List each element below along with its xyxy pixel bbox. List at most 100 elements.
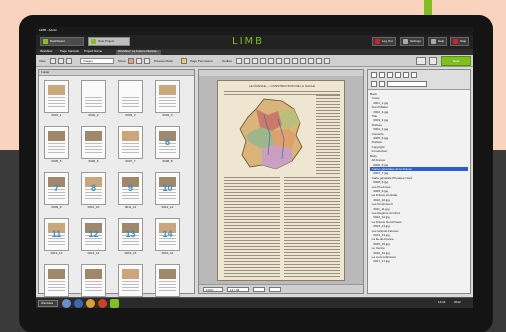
structure-search-input[interactable] [387,81,427,87]
thumbnail-6[interactable]: 0006_6 [81,126,106,163]
clock-time: 12:41 [438,300,446,304]
thumbnail-3[interactable]: 0003_3 [118,80,143,117]
page-text-right-column [316,95,340,175]
thumbnail-label: 0009_9 [51,205,62,209]
show-color-icon[interactable] [128,58,134,64]
preview-toggle-icon[interactable] [181,58,187,64]
start-button[interactable]: Windows [38,300,58,307]
thumbnail-text-lines [85,281,102,293]
show-text-icon[interactable] [144,58,150,64]
thumbnail-page-number: 10 [162,183,173,193]
move-up-icon[interactable] [387,72,393,78]
remove-node-icon[interactable] [379,72,385,78]
tree-item[interactable]: 0017_17.jpg [370,259,468,263]
structure-toolbar-row-1 [371,72,417,78]
zoom-field[interactable]: 100% [203,287,223,292]
thumbnail-16[interactable]: 14 0016_16 [155,218,180,255]
thumbnail-image [48,85,65,95]
thumbnail-image [48,269,65,279]
explorer-icon[interactable] [62,299,71,308]
view-grid-icon[interactable] [50,58,56,64]
limb-taskbar-icon[interactable] [110,299,119,308]
plus-icon [91,39,96,44]
tool-12-icon[interactable] [324,58,330,64]
thumbnail-image [48,131,65,141]
tool-3-icon[interactable] [252,58,258,64]
thumbnail-label: 0011_11 [124,205,137,209]
help-button[interactable]: Help [428,37,448,46]
new-project-button[interactable]: New Project [88,37,130,46]
show-label: Show [118,59,126,63]
thumbnail-5[interactable]: 0005_5 [44,126,69,163]
rotate-button[interactable] [269,287,281,292]
thumbnail-image [85,269,102,279]
log-out-button[interactable]: Log Out [372,37,396,46]
images-dropdown[interactable]: Images [80,58,114,64]
tool-7-icon[interactable] [284,58,290,64]
expand-icon[interactable] [371,81,377,87]
move-down-icon[interactable] [395,72,401,78]
thumbnail-label: 0012_12 [161,205,174,209]
thumbnail-10[interactable]: 8 0010_10 [81,172,106,209]
thumbnail-7[interactable]: 0007_7 [118,126,143,163]
settings-button[interactable]: Settings [400,37,424,46]
tool-2-icon[interactable] [244,58,250,64]
page-text-left-column [224,177,280,277]
tool-5-icon[interactable] [268,58,274,64]
clock-date: 2012 [454,300,461,304]
tool-6-icon[interactable] [276,58,282,64]
thumbnail-15[interactable]: 13 0015_15 [118,218,143,255]
tool-8-icon[interactable] [292,58,298,64]
thumbnail-page-number: 9 [127,183,133,193]
help-label: Help [438,39,445,43]
tool-1-icon[interactable] [236,58,242,64]
fit-button[interactable] [253,287,265,292]
thumbnail-12[interactable]: 10 0012_12 [155,172,180,209]
thumbnail-1[interactable]: 0001_1 [44,80,69,117]
structure-toolbar [368,70,470,90]
outdent-icon[interactable] [411,72,417,78]
tool-9-icon[interactable] [300,58,306,64]
thumbnail-label: 0013_13 [50,251,63,255]
page-image[interactable]: LE FRANCE — CONSTRUCTION DE LA GAULE [217,80,345,281]
thumbnail-8[interactable]: 6 0008_8 [155,126,180,163]
mail-icon[interactable] [416,57,426,65]
stop-button[interactable]: Stop [450,37,470,46]
dashboard-button[interactable]: Dashboard [40,37,84,46]
page-count-field[interactable]: 12 / 48 [227,287,249,292]
folder-label: Folder [41,70,50,74]
thumbnail-2[interactable]: 0002_2 [81,80,106,117]
thumbnail-label: 0008_8 [162,159,173,163]
collapse-icon[interactable] [379,81,385,87]
thumbnail-20[interactable]: 0020_20 [155,264,180,301]
indent-icon[interactable] [403,72,409,78]
thumbnail-18[interactable]: 0018_18 [81,264,106,301]
thumbnail-label: 0007_7 [125,159,136,163]
thumbnail-17[interactable]: 0017_17 [44,264,69,301]
thumbnail-4[interactable]: 0004_4 [155,80,180,117]
tool-4-icon[interactable] [260,58,266,64]
thumbnail-label: 0002_2 [88,113,99,117]
add-node-icon[interactable] [371,72,377,78]
view-single-icon[interactable] [66,58,72,64]
thumbnail-text-lines [122,281,139,293]
thumbnail-image [122,269,139,279]
chrome-icon[interactable] [86,299,95,308]
thumbnail-9[interactable]: 7 0009_9 [44,172,69,209]
user-icon[interactable] [74,299,83,308]
window-title: LIMB - Admin [39,28,58,32]
thumbnail-19[interactable]: 0019_19 [118,264,143,301]
thumbnail-14[interactable]: 12 0014_14 [81,218,106,255]
media-icon[interactable] [98,299,107,308]
view-list-icon[interactable] [58,58,64,64]
info-icon[interactable] [429,57,437,65]
tool-10-icon[interactable] [308,58,314,64]
thumbnail-11[interactable]: 9 0011_11 [118,172,143,209]
next-button[interactable]: Next [441,56,471,66]
toolbar-label: Toolbar [222,59,232,63]
thumbnail-text-lines [122,143,139,155]
thumbnail-13[interactable]: 11 0013_13 [44,218,69,255]
show-mono-icon[interactable] [136,58,142,64]
tool-11-icon[interactable] [316,58,322,64]
log-out-label: Log Out [382,39,393,43]
